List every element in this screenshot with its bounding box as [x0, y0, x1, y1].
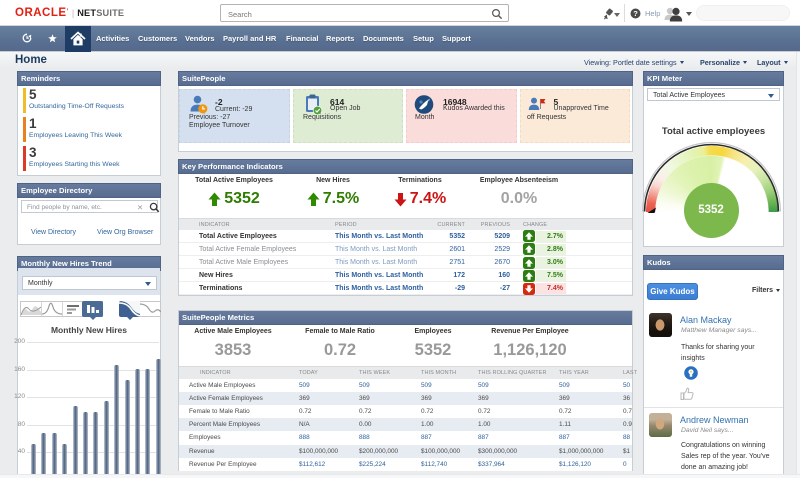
svg-text:?: ? [633, 9, 638, 18]
